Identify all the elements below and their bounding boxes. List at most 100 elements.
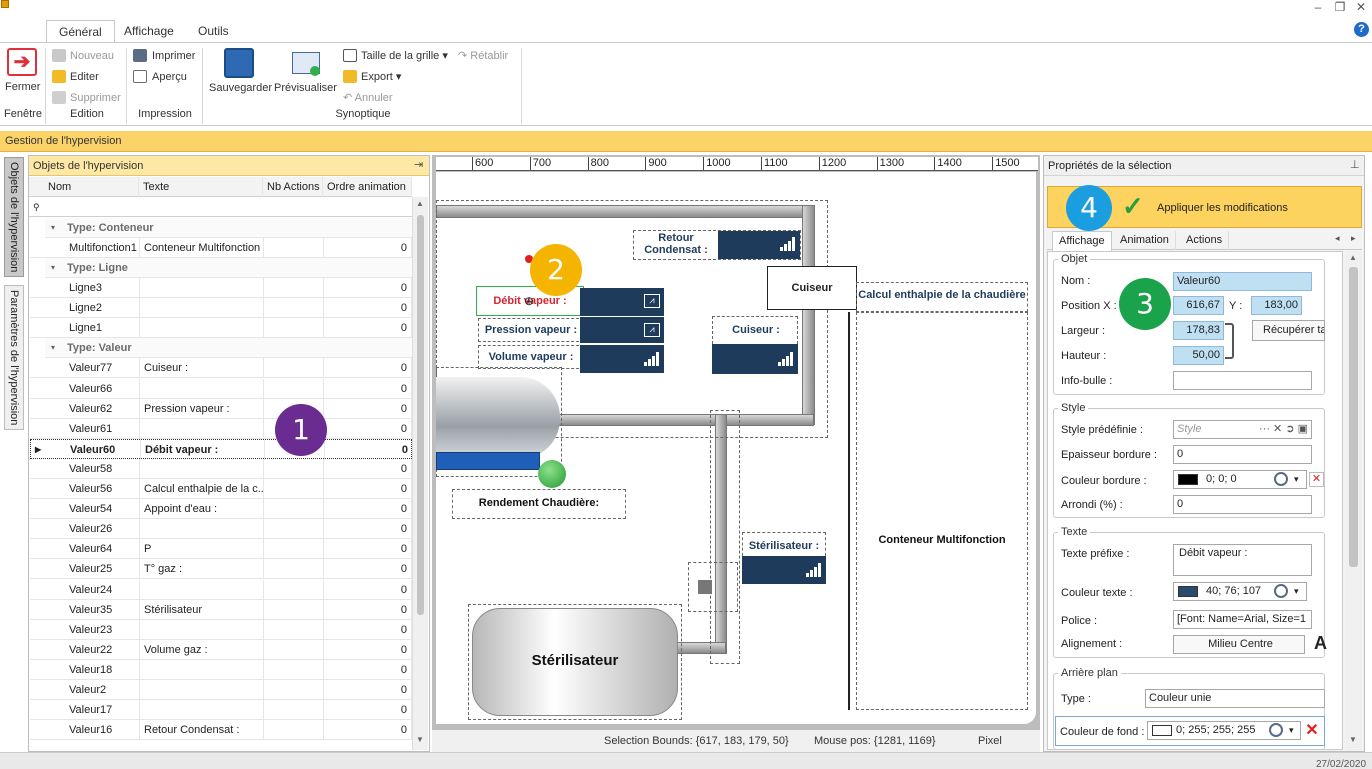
- table-row[interactable]: Valeur66 0: [30, 378, 412, 399]
- recuperer-button[interactable]: Récupérer ta: [1252, 320, 1325, 341]
- scroll-down-arrow-icon[interactable]: ▼: [1349, 735, 1357, 744]
- retablir-button[interactable]: ↷ Rétablir: [458, 49, 508, 63]
- table-row[interactable]: Valeur26 0: [30, 519, 412, 540]
- expand-arrow-icon[interactable]: ▾: [51, 218, 55, 238]
- tabs-scroll-right-icon[interactable]: ▸: [1351, 233, 1356, 244]
- police-input[interactable]: [Font: Name=Arial, Size=1: [1173, 610, 1312, 629]
- expand-arrow-icon[interactable]: ▾: [51, 258, 55, 278]
- group-row[interactable]: ▾ Type: Ligne: [45, 258, 412, 279]
- epaisseur-input[interactable]: 0: [1173, 445, 1312, 464]
- table-row[interactable]: Valeur64 P 0: [30, 539, 412, 560]
- group-row[interactable]: ▾ Type: Valeur: [45, 338, 412, 359]
- table-row[interactable]: Ligne3 0: [30, 278, 412, 299]
- pin-icon[interactable]: ⇥: [414, 158, 423, 171]
- taille-grille-button[interactable]: Taille de la grille ▾: [361, 49, 448, 63]
- grid-scrollbar[interactable]: ▲ ▼: [412, 197, 428, 750]
- style-tools-icon[interactable]: ··· ✕ ➲ ▣: [1259, 421, 1308, 438]
- col-nom[interactable]: Nom: [44, 177, 139, 197]
- table-row[interactable]: Ligne2 0: [30, 298, 412, 319]
- nom-input[interactable]: Valeur60: [1173, 272, 1312, 291]
- cell-nom: Ligne1: [65, 318, 140, 339]
- col-ordre-animation[interactable]: Ordre animation: [323, 177, 412, 197]
- table-row[interactable]: Valeur16 Retour Condensat : 0: [30, 720, 412, 741]
- table-row[interactable]: Valeur17 0: [30, 700, 412, 721]
- dropdown-arrow-icon[interactable]: ▾: [1294, 583, 1299, 600]
- couleur-bordure-input[interactable]: 0; 0; 0 ▾: [1173, 470, 1307, 489]
- scroll-thumb[interactable]: [1349, 267, 1358, 567]
- table-row[interactable]: Valeur25 T° gaz : 0: [30, 559, 412, 580]
- table-row[interactable]: Ligne1 0: [30, 318, 412, 339]
- texte-prefixe-input[interactable]: Débit vapeur :: [1173, 544, 1312, 576]
- arrondi-input[interactable]: 0: [1173, 495, 1312, 514]
- color-picker-icon[interactable]: [1274, 584, 1288, 598]
- tab-actions-props[interactable]: Actions: [1180, 231, 1230, 250]
- position-x-input[interactable]: 616,67: [1173, 296, 1224, 315]
- clear-color-icon[interactable]: ✕: [1303, 722, 1321, 740]
- group-row[interactable]: ▾ Type: Conteneur: [45, 218, 412, 238]
- table-row[interactable]: Valeur24 0: [30, 579, 412, 600]
- clear-color-icon[interactable]: ✕: [1309, 472, 1324, 487]
- tabs-scroll-left-icon[interactable]: ◂: [1335, 233, 1340, 244]
- link-ratio-icon[interactable]: [1225, 323, 1234, 359]
- tab-affichage-props[interactable]: Affichage: [1052, 231, 1112, 251]
- table-row[interactable]: Valeur58 0: [30, 458, 412, 479]
- supprimer-button[interactable]: Supprimer: [70, 91, 121, 105]
- col-texte[interactable]: Texte: [139, 177, 263, 197]
- color-picker-icon[interactable]: [1274, 472, 1288, 486]
- move-icon[interactable]: ⊕: [524, 294, 534, 308]
- imprimer-button[interactable]: Imprimer: [152, 49, 195, 63]
- couleur-fond-input[interactable]: 0; 255; 255; 255 ▾: [1147, 721, 1301, 740]
- minimize-button[interactable]: –: [1310, 0, 1326, 16]
- pin-icon[interactable]: ⊥: [1350, 158, 1360, 171]
- tab-general[interactable]: Général: [46, 20, 115, 43]
- scroll-up-arrow-icon[interactable]: ▲: [416, 199, 424, 208]
- dropdown-arrow-icon[interactable]: ▾: [1289, 722, 1294, 739]
- fermer-button[interactable]: ➔ Fermer: [3, 46, 43, 96]
- table-row[interactable]: Valeur35 Stérilisateur 0: [30, 599, 412, 620]
- sauvegarder-button[interactable]: Sauvegarder: [209, 81, 272, 95]
- table-row[interactable]: Valeur23 0: [30, 619, 412, 640]
- table-row[interactable]: Valeur22 Volume gaz : 0: [30, 639, 412, 660]
- expand-arrow-icon[interactable]: ▾: [51, 338, 55, 358]
- nouveau-button[interactable]: Nouveau: [70, 49, 114, 63]
- editer-button[interactable]: Editer: [70, 70, 99, 84]
- table-row[interactable]: Valeur61 0: [30, 418, 412, 439]
- type-select[interactable]: Couleur unie: [1145, 689, 1325, 708]
- close-window-button[interactable]: ✕: [1353, 0, 1369, 16]
- tab-outils[interactable]: Outils: [186, 20, 241, 43]
- scroll-down-arrow-icon[interactable]: ▼: [416, 735, 424, 744]
- table-row[interactable]: Valeur62 Pression vapeur : 0: [30, 398, 412, 419]
- scroll-thumb[interactable]: [417, 215, 424, 615]
- scroll-up-arrow-icon[interactable]: ▲: [1349, 253, 1357, 262]
- annuler-button[interactable]: ↶ Annuler: [343, 91, 393, 105]
- help-icon[interactable]: ?: [1354, 22, 1369, 37]
- table-row[interactable]: Valeur18 0: [30, 659, 412, 680]
- largeur-input[interactable]: 178,83: [1173, 321, 1224, 340]
- table-row[interactable]: Valeur56 Calcul enthalpie de la c... 0: [30, 479, 412, 499]
- apercu-button[interactable]: Aperçu: [152, 70, 187, 84]
- previsualiser-button[interactable]: Prévisualiser: [274, 81, 337, 95]
- side-tab-objets[interactable]: Objets de l'hypervision: [4, 157, 24, 277]
- color-picker-icon[interactable]: [1269, 723, 1283, 737]
- export-button[interactable]: Export ▾: [361, 70, 401, 84]
- tab-animation-props[interactable]: Animation: [1114, 231, 1176, 250]
- table-row[interactable]: Multifonction1 Conteneur Multifonction 0: [30, 238, 412, 258]
- style-predef-input[interactable]: Style ··· ✕ ➲ ▣: [1173, 420, 1312, 439]
- infobulle-input[interactable]: [1173, 371, 1312, 390]
- couleur-texte-input[interactable]: 40; 76; 107 ▾: [1173, 582, 1307, 601]
- y-input[interactable]: 183,00: [1251, 296, 1302, 315]
- tab-affichage[interactable]: Affichage: [112, 20, 186, 43]
- side-tab-parametres[interactable]: Paramètres de l'hypervision: [4, 285, 24, 430]
- table-row[interactable]: Valeur54 Appoint d'eau : 0: [30, 499, 412, 520]
- table-row[interactable]: Valeur2 0: [30, 680, 412, 700]
- table-row[interactable]: Valeur77 Cuiseur : 0: [30, 358, 412, 379]
- dropdown-arrow-icon[interactable]: ▾: [1294, 471, 1299, 488]
- restore-button[interactable]: ❐: [1332, 0, 1348, 16]
- col-nb-actions[interactable]: Nb Actions: [263, 177, 323, 197]
- canvas[interactable]: Retour Condensat : Débit vapeur : ⊕ ⩘ Pr…: [436, 172, 1036, 724]
- filter-row[interactable]: ⚲: [29, 197, 412, 217]
- props-scrollbar[interactable]: ▲ ▼: [1345, 251, 1362, 750]
- hauteur-input[interactable]: 50,00: [1173, 346, 1224, 365]
- alignement-select[interactable]: Milieu Centre: [1173, 635, 1305, 654]
- table-row[interactable]: ▶ Valeur60 Débit vapeur : 0: [30, 438, 413, 460]
